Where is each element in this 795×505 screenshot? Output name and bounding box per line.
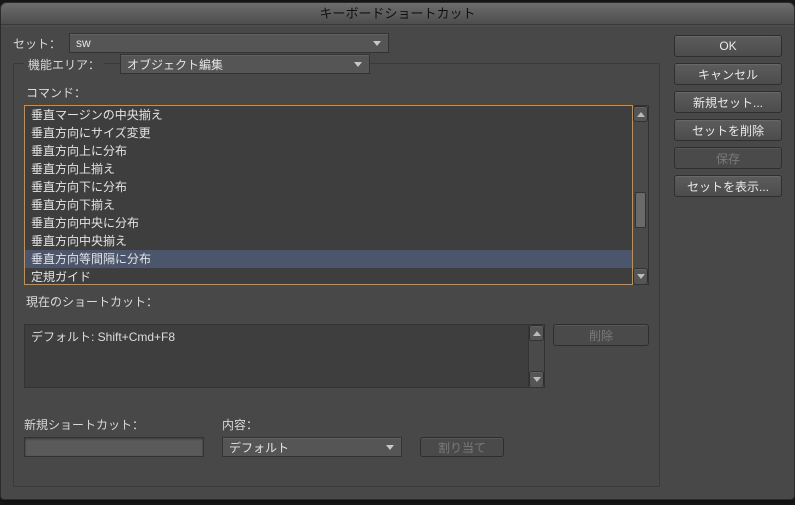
- new-shortcut-label: 新規ショートカット：: [24, 416, 196, 433]
- command-item[interactable]: 垂直方向にサイズ変更: [25, 124, 632, 142]
- command-item[interactable]: 垂直マージンの中央揃え: [25, 106, 632, 124]
- assign-button[interactable]: 割り当て: [420, 437, 504, 457]
- current-shortcuts-row: デフォルト: Shift+Cmd+F8 削除: [24, 324, 649, 388]
- area-dropdown-value: オブジェクト編集: [127, 56, 223, 73]
- command-item[interactable]: 垂直方向下揃え: [25, 196, 632, 214]
- chevron-down-icon: [370, 36, 384, 50]
- commands-list-wrap: 垂直マージンの中央揃え垂直方向にサイズ変更垂直方向上に分布垂直方向上揃え垂直方向…: [24, 105, 649, 285]
- area-dropdown[interactable]: オブジェクト編集: [120, 54, 370, 74]
- command-item[interactable]: 垂直方向中央に分布: [25, 214, 632, 232]
- commands-list[interactable]: 垂直マージンの中央揃え垂直方向にサイズ変更垂直方向上に分布垂直方向上揃え垂直方向…: [24, 105, 633, 285]
- command-item[interactable]: 垂直方向等間隔に分布: [25, 250, 632, 268]
- new-set-button[interactable]: 新規セット...: [674, 91, 782, 113]
- cancel-button[interactable]: キャンセル: [674, 63, 782, 85]
- scroll-track[interactable]: [633, 122, 648, 268]
- set-dropdown[interactable]: sw: [69, 33, 389, 53]
- scroll-down-button[interactable]: [529, 371, 544, 387]
- chevron-down-icon: [351, 57, 365, 71]
- set-dropdown-value: sw: [76, 36, 91, 50]
- set-label: セット：: [13, 35, 61, 52]
- command-fieldset: 機能エリア： オブジェクト編集 コマンド： 垂直マージンの中央揃え垂直方向にサイ…: [13, 63, 660, 487]
- scroll-up-button[interactable]: [529, 325, 544, 341]
- context-dropdown-value: デフォルト: [229, 439, 289, 456]
- new-shortcut-row: 新規ショートカット： 内容： デフォルト 割り当て: [24, 416, 649, 457]
- current-shortcuts-list[interactable]: デフォルト: Shift+Cmd+F8: [24, 324, 529, 388]
- delete-shortcut-button[interactable]: 削除: [553, 324, 649, 346]
- command-item[interactable]: 定規ガイド: [25, 268, 632, 285]
- shortcuts-scrollbar[interactable]: [529, 324, 545, 388]
- chevron-down-icon: [383, 440, 397, 454]
- context-dropdown[interactable]: デフォルト: [222, 437, 402, 457]
- command-item[interactable]: 垂直方向下に分布: [25, 178, 632, 196]
- context-label: 内容：: [222, 416, 394, 433]
- current-shortcut-value: デフォルト: Shift+Cmd+F8: [31, 330, 175, 344]
- command-item[interactable]: 垂直方向上に分布: [25, 142, 632, 160]
- side-panel: OK キャンセル 新規セット... セットを削除 保存 セットを表示...: [674, 33, 782, 487]
- scroll-up-button[interactable]: [633, 106, 648, 122]
- save-button[interactable]: 保存: [674, 147, 782, 169]
- current-shortcuts-label: 現在のショートカット：: [26, 293, 649, 310]
- command-item[interactable]: 垂直方向中央揃え: [25, 232, 632, 250]
- dialog-content: セット： sw 機能エリア： オブジェクト編集 コマンド： 垂直マージンの中央揃…: [1, 25, 794, 499]
- dialog-title: キーボードショートカット: [1, 3, 794, 25]
- main-panel: セット： sw 機能エリア： オブジェクト編集 コマンド： 垂直マージンの中央揃…: [13, 33, 660, 487]
- scroll-down-button[interactable]: [633, 268, 648, 284]
- scroll-thumb[interactable]: [635, 192, 646, 228]
- area-label: 機能エリア：: [24, 56, 104, 73]
- ok-button[interactable]: OK: [674, 35, 782, 57]
- commands-scrollbar[interactable]: [633, 105, 649, 285]
- show-set-button[interactable]: セットを表示...: [674, 175, 782, 197]
- commands-label: コマンド：: [26, 84, 649, 101]
- set-row: セット： sw: [13, 33, 660, 53]
- scroll-track[interactable]: [529, 341, 544, 371]
- dialog-window: キーボードショートカット セット： sw 機能エリア： オブジェクト編集 コ: [0, 2, 795, 500]
- delete-set-button[interactable]: セットを削除: [674, 119, 782, 141]
- new-shortcut-input[interactable]: [24, 437, 204, 457]
- command-item[interactable]: 垂直方向上揃え: [25, 160, 632, 178]
